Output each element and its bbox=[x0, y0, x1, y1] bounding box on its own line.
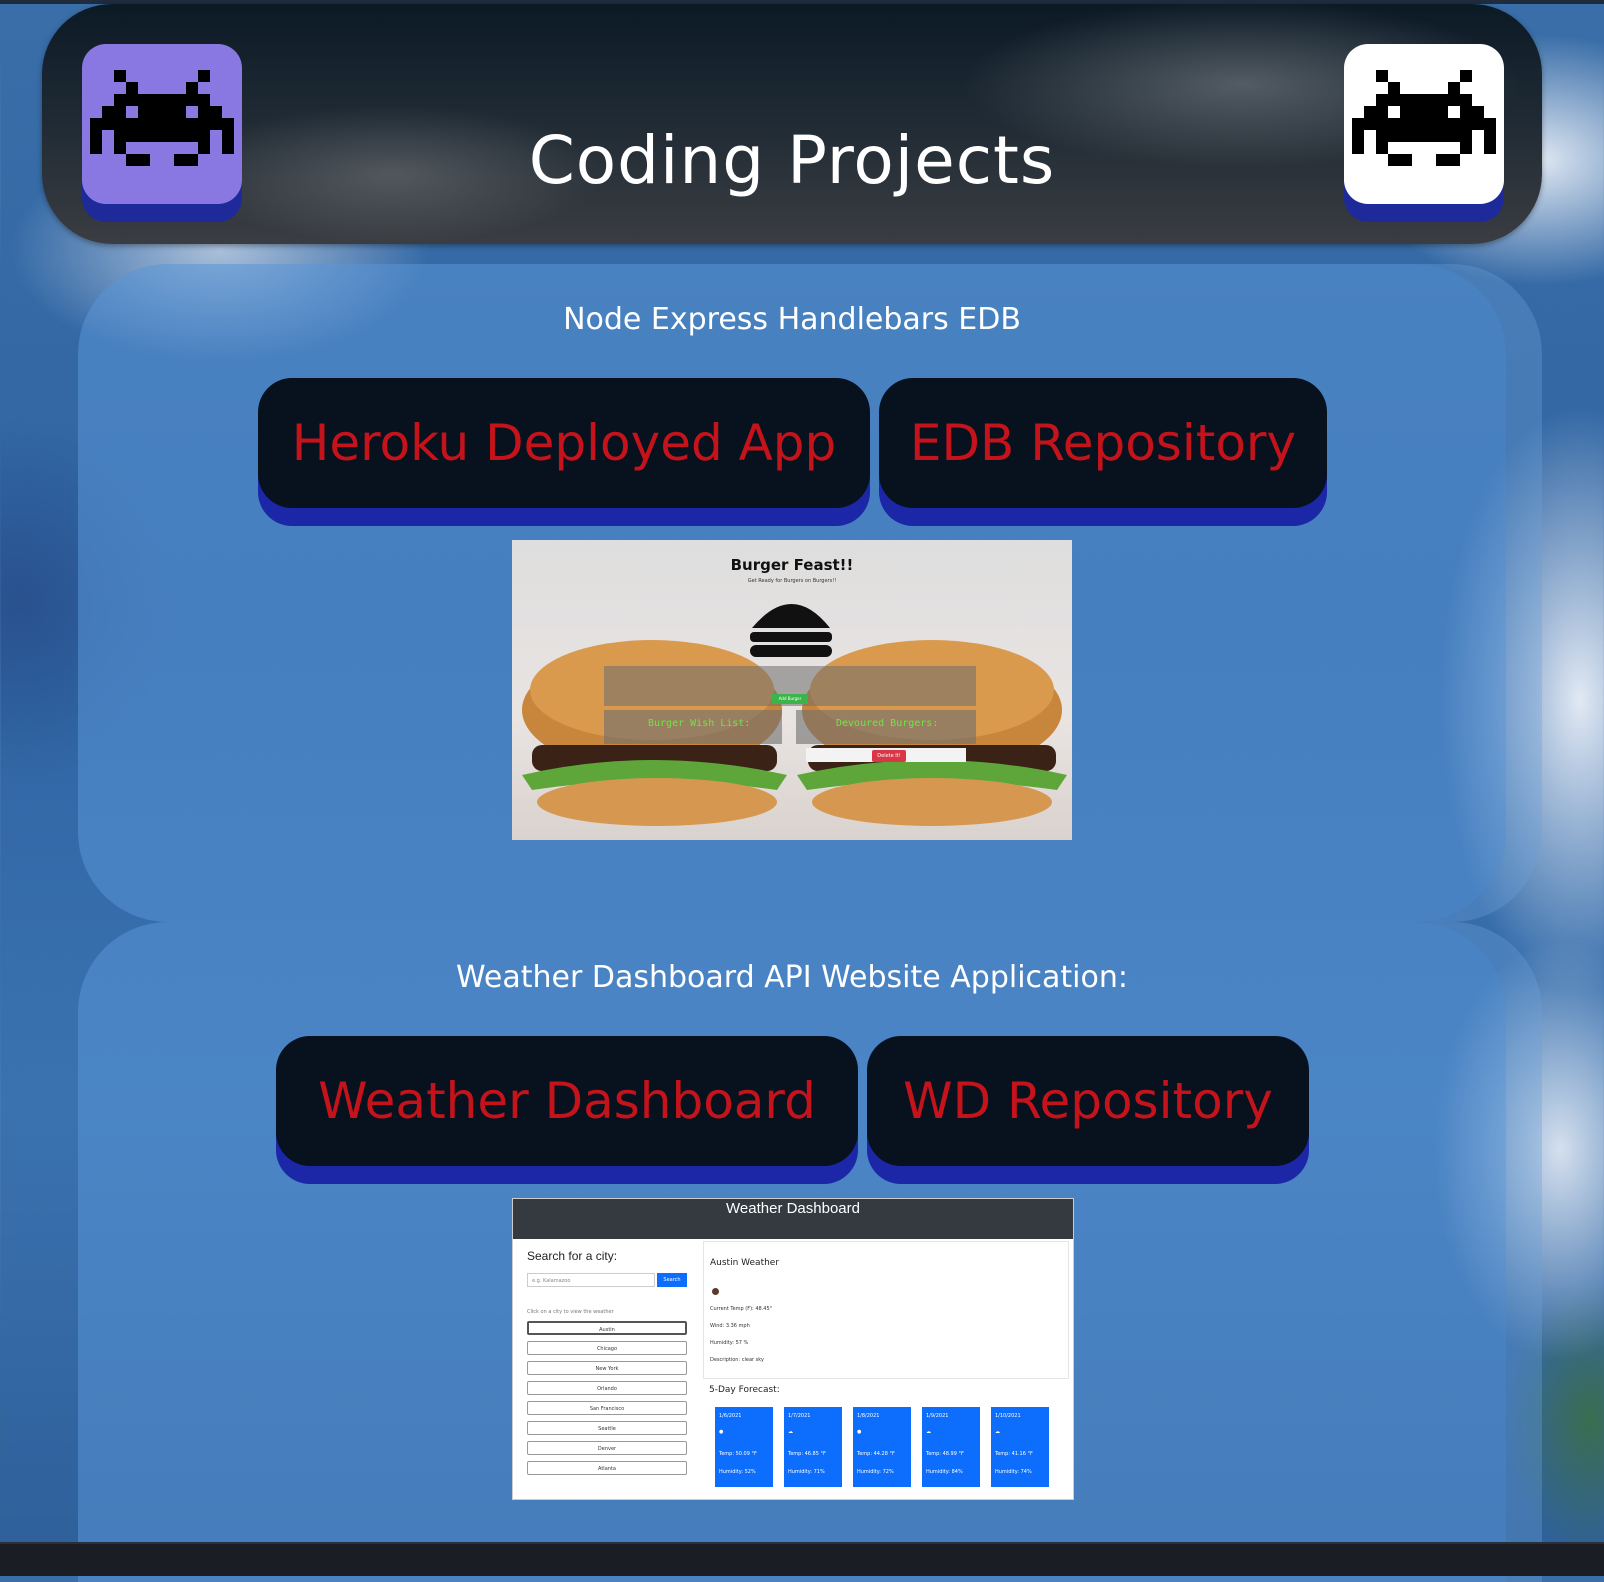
weather-dashboard-button[interactable]: Weather Dashboard bbox=[276, 1036, 858, 1166]
forecast-date: 1/10/2021 bbox=[995, 1413, 1021, 1419]
forecast-temp: Temp: 50.09 °F bbox=[719, 1451, 757, 1457]
forecast-date: 1/6/2021 bbox=[719, 1413, 742, 1419]
forecast-date: 1/7/2021 bbox=[788, 1413, 811, 1419]
weather-results-panel: Austin Weather Current Temp (F): 48.45° … bbox=[703, 1241, 1069, 1497]
current-weather-box: Austin Weather Current Temp (F): 48.45° … bbox=[703, 1241, 1069, 1379]
city-button: Chicago bbox=[527, 1341, 687, 1355]
forecast-card: 1/10/2021 ☁ Temp: 41.16 °F Humidity: 74% bbox=[991, 1407, 1049, 1487]
forecast-temp: Temp: 48.99 °F bbox=[926, 1451, 964, 1457]
city-button: Atlanta bbox=[527, 1461, 687, 1475]
forecast-temp: Temp: 46.85 °F bbox=[788, 1451, 826, 1457]
current-city-title: Austin Weather bbox=[710, 1258, 780, 1268]
city-search-input: e.g. Kalamazoo bbox=[527, 1273, 655, 1287]
page-title: Coding Projects bbox=[528, 122, 1056, 199]
project-card-weather: Weather Dashboard API Website Applicatio… bbox=[78, 922, 1506, 1582]
burger-app-subtitle: Get Ready for Burgers on Burgers!! bbox=[747, 578, 837, 584]
heroku-deployed-app-button[interactable]: Heroku Deployed App bbox=[258, 378, 870, 508]
weather-icon bbox=[712, 1288, 719, 1295]
forecast-card: 1/8/2021 ● Temp: 44.28 °F Humidity: 72% bbox=[853, 1407, 911, 1487]
forecast-humidity: Humidity: 84% bbox=[926, 1469, 963, 1475]
project-title: Weather Dashboard API Website Applicatio… bbox=[456, 960, 1128, 995]
burger-wish-list-label: Burger Wish List: bbox=[648, 718, 751, 729]
forecast-humidity: Humidity: 71% bbox=[788, 1469, 825, 1475]
weather-icon: ● bbox=[719, 1429, 724, 1435]
weather-search-panel: Search for a city: e.g. Kalamazoo Search… bbox=[519, 1241, 689, 1497]
add-burger-button: Add Burger bbox=[772, 694, 808, 704]
cloud-icon: ☁ bbox=[926, 1429, 931, 1435]
forecast-label: 5-Day Forecast: bbox=[709, 1385, 780, 1395]
current-temp: Current Temp (F): 48.45° bbox=[710, 1306, 773, 1312]
forecast-temp: Temp: 41.16 °F bbox=[995, 1451, 1033, 1457]
forecast-humidity: Humidity: 52% bbox=[719, 1469, 756, 1475]
page-header: Coding Projects bbox=[42, 4, 1542, 244]
search-label: Search for a city: bbox=[527, 1249, 618, 1263]
weather-icon: ● bbox=[857, 1429, 862, 1435]
cloud-icon: ☁ bbox=[995, 1429, 1000, 1435]
weather-app-title: Weather Dashboard bbox=[726, 1200, 860, 1217]
current-wind: Wind: 3.36 mph bbox=[710, 1323, 750, 1329]
forecast-temp: Temp: 44.28 °F bbox=[857, 1451, 895, 1457]
current-humidity: Humidity: 57 % bbox=[710, 1340, 749, 1346]
city-button: New York bbox=[527, 1361, 687, 1375]
city-button: Orlando bbox=[527, 1381, 687, 1395]
cloud-icon: ☁ bbox=[788, 1429, 793, 1435]
city-button: Seattle bbox=[527, 1421, 687, 1435]
forecast-card: 1/6/2021 ● Temp: 50.09 °F Humidity: 52% bbox=[715, 1407, 773, 1487]
space-invader-icon[interactable] bbox=[1344, 44, 1504, 204]
burger-app-screenshot: Burger Feast!! Get Ready for Burgers on … bbox=[512, 540, 1072, 840]
current-description: Description: clear sky bbox=[710, 1357, 764, 1363]
wd-repository-button[interactable]: WD Repository bbox=[867, 1036, 1309, 1166]
burger-app-title: Burger Feast!! bbox=[730, 556, 854, 574]
forecast-humidity: Humidity: 72% bbox=[857, 1469, 894, 1475]
city-button: Denver bbox=[527, 1441, 687, 1455]
edb-repository-button[interactable]: EDB Repository bbox=[879, 378, 1327, 508]
city-button: Austin bbox=[527, 1321, 687, 1335]
taskbar bbox=[0, 1542, 1604, 1576]
project-card-burger: Node Express Handlebars EDB Heroku Deplo… bbox=[78, 264, 1506, 922]
forecast-date: 1/8/2021 bbox=[857, 1413, 880, 1419]
search-hint: Click on a city to view the weather bbox=[527, 1309, 614, 1315]
devoured-burgers-label: Devoured Burgers: bbox=[836, 718, 939, 729]
forecast-date: 1/9/2021 bbox=[926, 1413, 949, 1419]
delete-burger-button: Delete It! bbox=[872, 750, 906, 762]
city-button: San Francisco bbox=[527, 1401, 687, 1415]
search-button: Search bbox=[657, 1273, 687, 1287]
forecast-card: 1/9/2021 ☁ Temp: 48.99 °F Humidity: 84% bbox=[922, 1407, 980, 1487]
weather-app-screenshot: Weather Dashboard Search for a city: e.g… bbox=[512, 1198, 1074, 1500]
project-title: Node Express Handlebars EDB bbox=[563, 302, 1021, 337]
forecast-humidity: Humidity: 74% bbox=[995, 1469, 1032, 1475]
forecast-card: 1/7/2021 ☁ Temp: 46.85 °F Humidity: 71% bbox=[784, 1407, 842, 1487]
